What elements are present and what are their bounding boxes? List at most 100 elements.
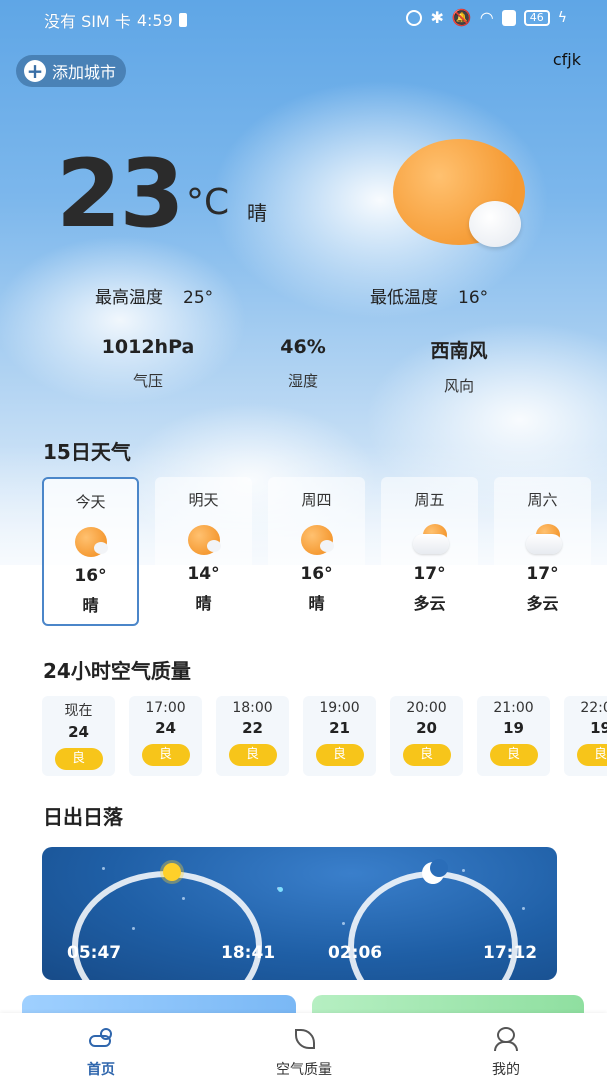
aqi-value: 24 (68, 723, 89, 741)
aqi-hour: 17:00 24 良 (129, 696, 202, 776)
day-name: 周五 (414, 491, 445, 509)
tab-mine-label: 我的 (492, 1062, 520, 1078)
aqi-level-badge: 良 (141, 744, 190, 766)
day-name: 明天 (188, 491, 219, 509)
aqi-time: 19:00 (319, 700, 360, 716)
moonrise-time: 02:06 (328, 943, 383, 963)
pressure-stat: 1012hPa 气压 (78, 336, 218, 391)
sun-arc (72, 871, 262, 980)
aqi-hour: 18:00 22 良 (216, 696, 289, 776)
status-bar: 没有 SIM 卡 4:59 ✱ 🔕 ◠ 46 ϟ (0, 0, 607, 34)
day-name: 周四 (301, 491, 332, 509)
aqi-hour: 22:00 19 良 (564, 696, 607, 776)
aqi-hour: 21:00 19 良 (477, 696, 550, 776)
tab-air-quality[interactable]: 空气质量 (244, 1013, 364, 1080)
aqi-value: 20 (416, 719, 437, 737)
clock-text: 4:59 (136, 10, 173, 30)
bluetooth-icon: ✱ (430, 8, 444, 27)
moonset-time: 17:12 (483, 943, 538, 963)
carrier-text: 没有 SIM 卡 (44, 12, 131, 31)
aqi-scroller[interactable]: 现在 24 良 17:00 24 良 18:00 22 良 19:00 21 良… (42, 696, 607, 776)
tab-mine[interactable]: 我的 (446, 1013, 566, 1080)
partly-cloudy-icon (524, 524, 562, 556)
forecast-day-today[interactable]: 今天 16° 晴 (42, 477, 139, 626)
tab-air-quality-label: 空气质量 (276, 1062, 332, 1078)
city-code[interactable]: cfjk (553, 50, 581, 69)
forecast-day[interactable]: 明天 14° 晴 (155, 477, 252, 626)
day-weather: 多云 (413, 594, 446, 613)
forecast-title: 15日天气 (43, 440, 131, 464)
sunny-icon (298, 524, 336, 556)
forecast-day[interactable]: 周四 16° 晴 (268, 477, 365, 626)
forecast-list: 今天 16° 晴 明天 14° 晴 周四 16° 晴 周五 17° 多云 周六 … (42, 477, 591, 626)
aqi-level-badge: 良 (228, 744, 277, 766)
aqi-value: 22 (242, 719, 263, 737)
home-weather-icon (86, 1027, 116, 1051)
pressure-value: 1012hPa (101, 336, 195, 358)
battery-level: 46 (529, 11, 544, 24)
day-weather: 多云 (526, 594, 559, 613)
wind-value: 西南风 (430, 340, 488, 362)
humidity-stat: 46% 湿度 (233, 336, 373, 391)
aqi-level-badge: 良 (402, 744, 451, 766)
day-weather: 晴 (82, 596, 99, 615)
humidity-value: 46% (280, 336, 326, 358)
forecast-day[interactable]: 周六 17° 多云 (494, 477, 591, 626)
aqi-value: 19 (590, 719, 607, 737)
mute-icon: 🔕 (451, 8, 472, 27)
aqi-level-badge: 良 (576, 744, 607, 766)
sunny-icon (185, 524, 223, 556)
moon-arc (348, 871, 518, 980)
aqi-hour: 20:00 20 良 (390, 696, 463, 776)
aqi-level-badge: 良 (315, 744, 364, 766)
forecast-day[interactable]: 周五 17° 多云 (381, 477, 478, 626)
add-city-button[interactable]: + 添加城市 (16, 55, 127, 87)
aqi-level-badge: 良 (489, 744, 538, 766)
aqi-hour: 现在 24 良 (42, 696, 115, 776)
profile-icon (491, 1027, 521, 1051)
sun-title: 日出日落 (43, 805, 123, 829)
aqi-time: 20:00 (406, 700, 447, 716)
pressure-label: 气压 (132, 372, 163, 390)
min-temp-label: 最低温度 (370, 288, 438, 308)
cloud-shape (469, 201, 521, 247)
max-temp-value: 25° (183, 288, 214, 308)
max-temp-label: 最高温度 (95, 288, 163, 308)
current-condition: 晴 (247, 201, 267, 225)
sunny-large-icon (393, 139, 527, 247)
day-name: 周六 (527, 491, 558, 509)
aqi-time: 17:00 (145, 700, 186, 716)
day-weather: 晴 (195, 594, 212, 613)
day-temp: 14° (187, 564, 220, 584)
aqi-level-badge: 良 (54, 748, 103, 770)
tab-home[interactable]: 首页 (41, 1013, 161, 1080)
tab-home-label: 首页 (87, 1062, 115, 1078)
aqi-value: 21 (329, 719, 350, 737)
humidity-label: 湿度 (287, 372, 318, 390)
aqi-hour: 19:00 21 良 (303, 696, 376, 776)
bottom-tab-bar: 首页 空气质量 我的 (0, 1013, 607, 1080)
min-temp: 最低温度 16° (370, 283, 488, 308)
sunny-icon (72, 526, 110, 558)
day-temp: 16° (74, 566, 107, 586)
leaf-icon (289, 1027, 319, 1051)
sunrise-time: 05:47 (67, 943, 122, 963)
partly-cloudy-icon (411, 524, 449, 556)
aqi-time: 22:00 (580, 700, 607, 716)
max-temp: 最高温度 25° (95, 283, 213, 308)
sun-icon (163, 863, 181, 881)
day-temp: 17° (413, 564, 446, 584)
min-temp-value: 16° (458, 288, 489, 308)
storage-icon (178, 13, 187, 27)
day-weather: 晴 (308, 594, 325, 613)
wifi-icon: ◠ (479, 8, 494, 27)
sim-icon (501, 9, 516, 26)
aqi-time: 18:00 (232, 700, 273, 716)
aqi-title: 24小时空气质量 (43, 659, 191, 683)
day-temp: 16° (300, 564, 333, 584)
aqi-time: 21:00 (493, 700, 534, 716)
sun-moon-card: 05:47 18:41 02:06 17:12 (42, 847, 557, 980)
battery-icon: 46 (523, 9, 550, 26)
plus-icon: + (24, 60, 46, 82)
aqi-value: 19 (503, 719, 524, 737)
